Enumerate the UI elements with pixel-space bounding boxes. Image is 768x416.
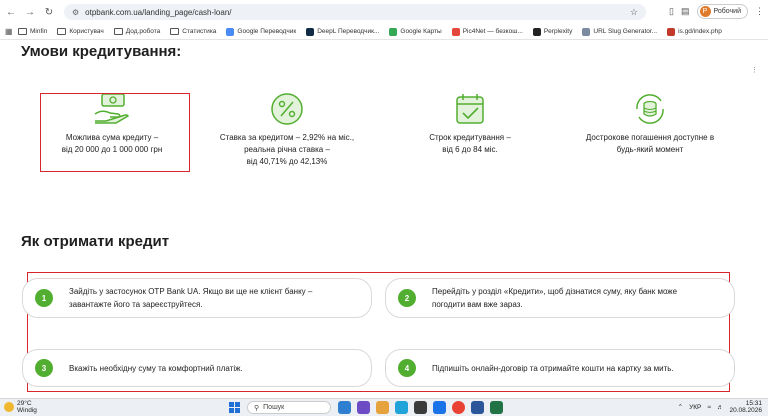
apps-icon[interactable]: ▦ <box>5 27 13 36</box>
system-tray: ⌃ УКР ≈ ♬ 15:31 20.08.2026 <box>678 400 762 414</box>
step-text: Вкажіть необхідну суму та комфортний пла… <box>69 363 243 373</box>
bookmark-star-icon[interactable]: ☆ <box>630 7 638 18</box>
step-card-2: 2 Перейдіть у розділ «Кредити», щоб дізн… <box>385 278 735 318</box>
weather-desc: Windig <box>17 407 37 414</box>
highlight-box <box>40 93 190 172</box>
step-number: 3 <box>35 359 53 377</box>
taskbar: 29°C Windig ⚲ Пошук ⌃ УКР ≈ ♬ 15:31 20.0… <box>0 398 768 416</box>
feature-line: Строк кредитування – <box>429 133 511 142</box>
percent-icon <box>271 93 303 125</box>
back-icon[interactable]: ← <box>3 4 19 20</box>
windows-start-icon[interactable] <box>229 402 240 413</box>
edge-icon[interactable] <box>395 401 408 414</box>
browser-toolbar: ← → ↻ ⌂ ⚙ otpbank.com.ua/landing_page/ca… <box>0 0 768 24</box>
weather-widget[interactable]: 29°C Windig <box>4 400 37 414</box>
url-slug-icon <box>582 27 591 36</box>
feature-line: реальна річна ставка – <box>244 145 330 154</box>
store-icon[interactable] <box>414 401 427 414</box>
feature-line: Дострокове погашення доступне в <box>585 133 715 142</box>
more-icon[interactable]: ⋮ <box>751 66 758 74</box>
bookmark-item[interactable]: URL Slug Generator... <box>582 27 657 36</box>
folder-icon <box>18 28 27 35</box>
feature-rate: Ставка за кредитом – 2,92% на міс., реал… <box>212 92 362 168</box>
avatar: Р <box>699 6 711 17</box>
folder-icon <box>113 28 123 35</box>
sidebar-icon[interactable]: ▤ <box>681 6 690 17</box>
site-info-icon[interactable]: ⚙ <box>72 8 79 17</box>
bookmark-item[interactable]: Статистика <box>170 28 216 35</box>
folder-icon <box>170 28 180 35</box>
step-card-3: 3 Вкажіть необхідну суму та комфортний п… <box>22 349 372 387</box>
bookmark-item[interactable]: Minfin <box>18 28 47 35</box>
step-text: Перейдіть у розділ «Кредити», щоб дізнат… <box>432 287 678 296</box>
weather-temp: 29°C <box>17 400 32 407</box>
clock[interactable]: 15:31 20.08.2026 <box>729 400 762 414</box>
profile-button[interactable]: Р Робочий <box>696 4 748 19</box>
bookmark-item[interactable]: Дод.робота <box>113 28 160 35</box>
taskview-icon[interactable] <box>338 401 351 414</box>
perplexity-icon <box>532 27 541 36</box>
feature-term: Строк кредитування – від 6 до 84 міс. <box>395 92 545 156</box>
feature-line: від 40,71% до 42,13% <box>246 157 328 166</box>
search-icon: ⚲ <box>254 404 260 412</box>
extensions-icon[interactable]: ▯ <box>669 6 674 17</box>
bookmark-item[interactable]: Користувач <box>57 28 104 35</box>
feature-line: будь-який момент <box>616 145 684 154</box>
bookmark-item[interactable]: Pic4Net — безкош... <box>451 27 523 36</box>
step-number: 1 <box>35 289 53 307</box>
step-text: погодити вам вже зараз. <box>432 300 523 309</box>
bookmark-item[interactable]: Google Переводчик <box>226 27 296 36</box>
address-bar[interactable]: ⚙ otpbank.com.ua/landing_page/cash-loan/… <box>64 4 646 20</box>
chevron-up-icon[interactable]: ⌃ <box>678 403 683 411</box>
step-text: завантажте його та зареєструйтеся. <box>69 300 203 309</box>
folder-icon <box>57 28 67 35</box>
step-text: Зайдіть у застосунок OTP Bank UA. Якщо в… <box>69 287 313 296</box>
coins-refresh-icon <box>636 94 664 124</box>
feature-early-repayment: Дострокове погашення доступне в будь-яки… <box>575 92 725 156</box>
bookmark-item[interactable]: Perplexity <box>532 27 572 36</box>
page-content: ⋮ Умови кредитування: Можлива сума креди… <box>0 40 768 398</box>
profile-label: Робочий <box>713 8 741 15</box>
url-text: otpbank.com.ua/landing_page/cash-loan/ <box>85 7 232 17</box>
google-maps-icon <box>389 27 398 36</box>
steps-title: Як отримати кредит <box>21 233 170 250</box>
taskbar-search[interactable]: ⚲ Пошук <box>247 401 331 414</box>
calendar-check-icon <box>456 94 484 124</box>
isgd-icon <box>667 27 676 36</box>
wifi-icon[interactable]: ≈ <box>707 404 711 411</box>
step-text: Підпишіть онлайн-договір та отримайте ко… <box>432 363 674 373</box>
teams-icon[interactable] <box>357 401 370 414</box>
bookmark-item[interactable]: is.gd/index.php <box>667 27 722 36</box>
feature-line: Ставка за кредитом – 2,92% на міс., <box>219 133 355 142</box>
google-translate-icon <box>226 27 235 36</box>
excel-icon[interactable] <box>490 401 503 414</box>
menu-icon[interactable]: ⋮ <box>755 6 764 17</box>
bookmark-item[interactable]: Google Карты <box>389 27 442 36</box>
mail-icon[interactable] <box>433 401 446 414</box>
step-number: 2 <box>398 289 416 307</box>
language-indicator[interactable]: УКР <box>689 404 701 411</box>
step-number: 4 <box>398 359 416 377</box>
conditions-title: Умови кредитування: <box>21 43 182 60</box>
word-icon[interactable] <box>471 401 484 414</box>
clock-time: 15:31 <box>745 400 762 407</box>
pic4net-icon <box>451 27 460 36</box>
reload-icon[interactable]: ↻ <box>41 4 57 20</box>
forward-icon[interactable]: → <box>22 4 38 20</box>
clock-date: 20.08.2026 <box>729 407 762 414</box>
step-card-1: 1 Зайдіть у застосунок OTP Bank UA. Якщо… <box>22 278 372 318</box>
bookmarks-bar: ▦ Minfin Користувач Дод.робота Статистик… <box>0 24 768 40</box>
volume-icon[interactable]: ♬ <box>717 404 724 411</box>
file-explorer-icon[interactable] <box>376 401 389 414</box>
step-card-4: 4 Підпишіть онлайн-договір та отримайте … <box>385 349 735 387</box>
search-placeholder: Пошук <box>263 404 285 411</box>
deepl-icon <box>306 27 315 36</box>
bookmark-item[interactable]: DeepL Переводчик... <box>306 27 379 36</box>
chrome-icon[interactable] <box>452 401 465 414</box>
feature-line: від 6 до 84 міс. <box>442 145 498 154</box>
sun-icon <box>4 402 14 412</box>
